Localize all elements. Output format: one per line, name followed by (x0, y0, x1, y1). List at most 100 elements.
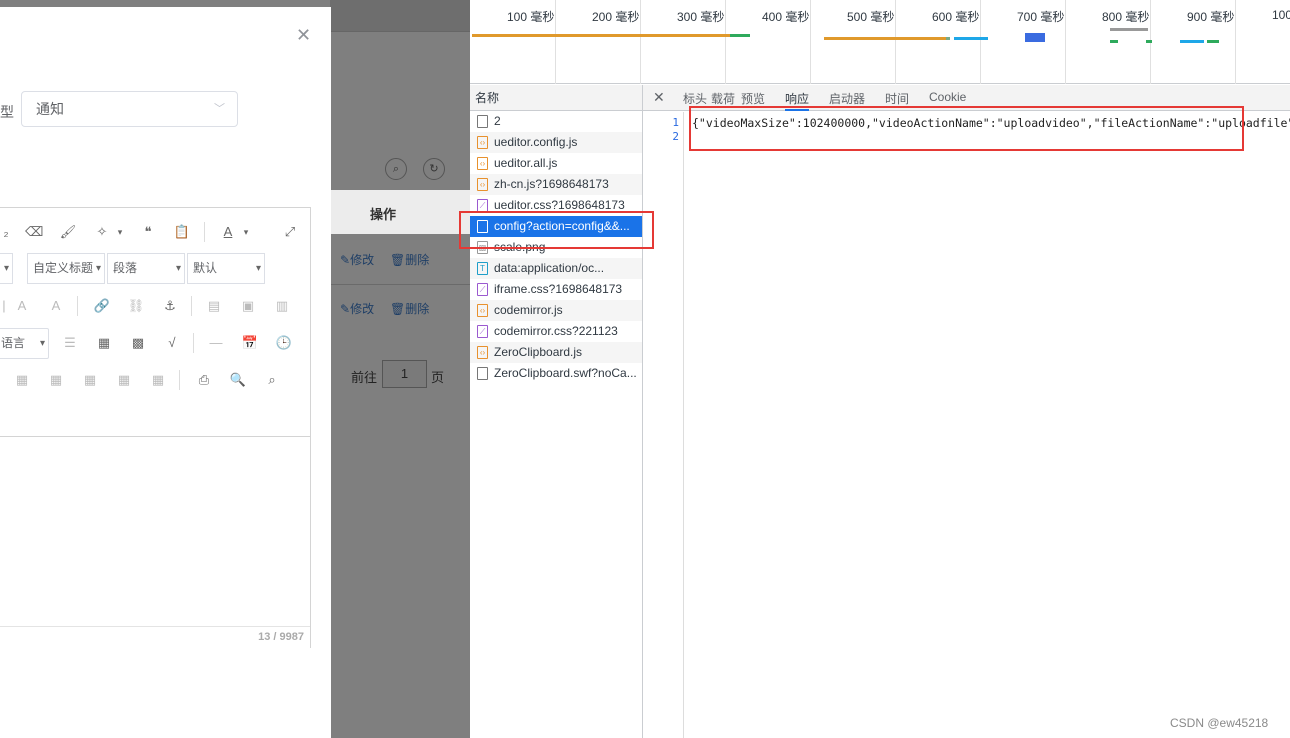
subscript-icon[interactable]: ₂ (0, 224, 15, 240)
quote-icon[interactable]: ❝ (139, 224, 157, 240)
refresh-icon[interactable]: ↻ (423, 158, 445, 180)
request-name: data:application/oc... (494, 261, 605, 275)
timeline-tick-label: 700 毫秒 (1017, 10, 1065, 24)
table-header-bg (331, 190, 470, 234)
timeline-gridline (555, 0, 556, 84)
line-number-gutter: 1 2 (643, 112, 684, 738)
paste-icon[interactable]: 📋 (173, 224, 191, 240)
background-pattern-icon[interactable]: ▩ (129, 335, 147, 351)
network-timeline-overview[interactable]: 100 毫秒 200 毫秒 300 毫秒 400 毫秒 500 毫秒 600 毫秒 700 … (470, 0, 1290, 84)
edit-link-1[interactable]: ✎修改 (340, 251, 374, 268)
case-upper-icon[interactable]: A (47, 298, 65, 314)
script-icon: ‹› (477, 304, 488, 317)
name-column-header[interactable]: 名称 (470, 85, 642, 111)
request-name: ueditor.css?1698648173 (494, 198, 625, 212)
type-select[interactable]: 通知 ﹀ (21, 91, 238, 127)
request-row[interactable]: ⟋ codemirror.css?221123 (470, 321, 642, 342)
response-viewer: 1 2 {"videoMaxSize":102400000,"videoActi… (643, 112, 1290, 738)
request-row[interactable]: ‹› codemirror.js (470, 300, 642, 321)
request-row[interactable]: ‹› zh-cn.js?1698648173 (470, 174, 642, 195)
timeline-tick-label: 800 毫秒 (1102, 10, 1150, 24)
delete-link-2[interactable]: 🗑删除 (390, 300, 429, 317)
request-row[interactable]: Tdata:application/oc... (470, 258, 642, 279)
table-split-icon[interactable]: ▦ (149, 372, 167, 388)
timeline-gridline (1065, 0, 1066, 84)
table-merge-icon[interactable]: ▦ (115, 372, 133, 388)
fullscreen-icon[interactable]: ⤢ (281, 224, 299, 240)
goto-label: 前往 (351, 370, 378, 385)
preview-icon[interactable]: 🔍 (229, 372, 247, 388)
doc-icon (477, 367, 488, 380)
timeline-tick-label: 300 毫秒 (677, 10, 725, 24)
search-icon[interactable]: ⌕ (385, 158, 407, 180)
table-row-icon[interactable]: ▦ (47, 372, 65, 388)
request-row[interactable]: ⟋ iframe.css?1698648173 (470, 279, 642, 300)
request-row[interactable]: 2 (470, 111, 642, 132)
tab-0[interactable]: 标头 (683, 90, 707, 107)
timeline-gridline (895, 0, 896, 84)
anchor-icon[interactable]: ⚓ (161, 298, 179, 314)
tab-2[interactable]: 预览 (741, 90, 765, 107)
delete-link-1[interactable]: 🗑删除 (390, 251, 429, 268)
request-row[interactable]: ‹› ZeroClipboard.js (470, 342, 642, 363)
request-row[interactable]: ZeroClipboard.swf?noCa... (470, 363, 642, 384)
font-color-icon[interactable]: A (219, 224, 237, 240)
chevron-down-icon[interactable]: ▾ (237, 224, 255, 240)
table-col-icon[interactable]: ▦ (81, 372, 99, 388)
chevron-down-icon: ﹀ (214, 103, 225, 115)
timeline-request-bar (1110, 40, 1118, 43)
timeline-tick-label: 900 毫秒 (1187, 10, 1235, 24)
timeline-tick-label: 100 毫秒 (507, 10, 555, 24)
clock-icon[interactable]: 🕒 (275, 335, 293, 351)
format-painter-icon[interactable]: 🖌 (59, 224, 77, 240)
image-center-icon[interactable]: ▣ (239, 298, 257, 314)
template-icon[interactable]: ▦ (95, 335, 113, 351)
image-left-icon[interactable]: ▤ (205, 298, 223, 314)
editor-content-area[interactable] (0, 438, 310, 624)
timeline-gridline (980, 0, 981, 84)
font-family-select[interactable]: ▾ (0, 253, 13, 284)
paragraph-select[interactable]: 段落 ▾ (107, 253, 185, 284)
timeline-request-bar (1180, 40, 1204, 43)
request-row[interactable]: ‹› ueditor.all.js (470, 153, 642, 174)
line-height-select[interactable]: 默认 ▾ (187, 253, 265, 284)
timeline-gridline (725, 0, 726, 84)
case-lower-icon[interactable]: A (13, 298, 31, 314)
table-insert-icon[interactable]: ▦ (13, 372, 31, 388)
toolbar-divider (193, 333, 194, 353)
request-name-column: 名称 2 ‹› ueditor.config.js ‹› ueditor.all.js ‹… (470, 85, 643, 738)
highlight-box-response (689, 106, 1244, 151)
horizontal-rule-icon[interactable]: — (207, 335, 225, 351)
chevron-down-icon[interactable]: ▾ (111, 224, 129, 240)
ops-column-header: 操作 (370, 207, 397, 222)
image-right-icon[interactable]: ▥ (273, 298, 291, 314)
calendar-icon[interactable]: 📅 (241, 335, 259, 351)
formula-icon[interactable]: √ (163, 335, 181, 351)
code-language-select[interactable]: 语言 ▾ (0, 328, 49, 359)
script-icon: ‹› (477, 178, 488, 191)
tab-6[interactable]: Cookie (929, 90, 966, 104)
tab-4[interactable]: 启动器 (829, 90, 865, 107)
page-header-bg (330, 0, 470, 32)
timeline-gridline (810, 0, 811, 84)
custom-title-select[interactable]: 自定义标题 ▾ (27, 253, 105, 284)
unordered-list-icon[interactable]: ☰ (61, 335, 79, 351)
request-name: codemirror.js (494, 303, 563, 317)
timeline-tick-label: 400 毫秒 (762, 10, 810, 24)
edit-link-2[interactable]: ✎修改 (340, 300, 374, 317)
request-row[interactable]: ‹› ueditor.config.js (470, 132, 642, 153)
close-icon[interactable]: ✕ (653, 89, 665, 106)
print-icon[interactable]: ⎙ (195, 372, 213, 388)
toolbar-divider-icon: | (2, 298, 6, 313)
close-icon[interactable]: ✕ (296, 25, 311, 46)
request-name: codemirror.css?221123 (494, 324, 618, 338)
page-jump-input[interactable]: 1 (382, 360, 427, 388)
eraser-icon[interactable]: ⌫ (25, 224, 43, 240)
magic-wand-icon[interactable]: ✧ (93, 224, 111, 240)
tab-5[interactable]: 时间 (885, 90, 909, 107)
unlink-icon[interactable]: ⛓ (127, 298, 145, 314)
tab-1[interactable]: 载荷 (711, 90, 735, 107)
timeline-tick-label: 1000 (1272, 8, 1290, 22)
search-replace-icon[interactable]: ⌕ (263, 372, 281, 388)
link-icon[interactable]: 🔗 (93, 298, 111, 314)
